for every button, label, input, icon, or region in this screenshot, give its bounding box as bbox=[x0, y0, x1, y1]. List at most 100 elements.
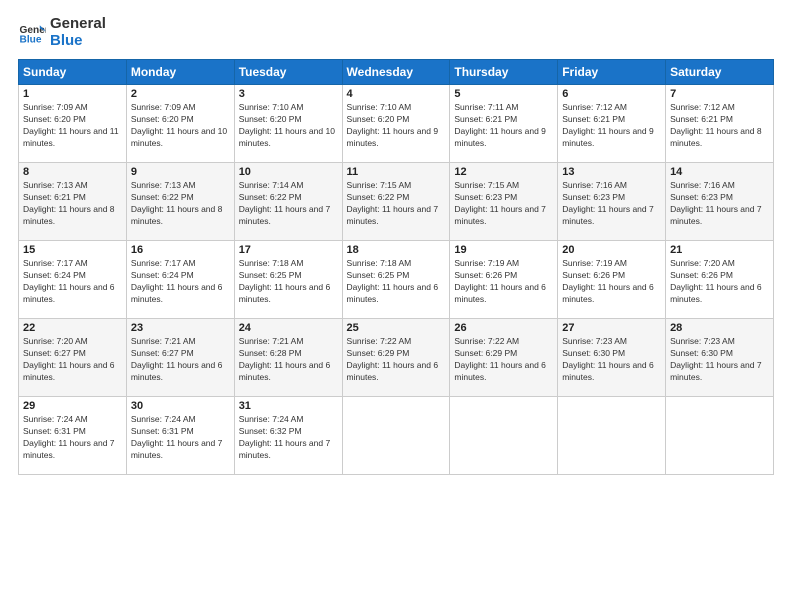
day-info: Sunrise: 7:13 AMSunset: 6:22 PMDaylight:… bbox=[131, 180, 230, 228]
day-info: Sunrise: 7:09 AMSunset: 6:20 PMDaylight:… bbox=[23, 102, 122, 150]
day-cell: 10 Sunrise: 7:14 AMSunset: 6:22 PMDayligh… bbox=[234, 163, 342, 241]
day-cell: 7Sunrise: 7:12 AMSunset: 6:21 PMDaylight… bbox=[666, 85, 774, 163]
day-cell: 12 Sunrise: 7:15 AMSunset: 6:23 PMDayligh… bbox=[450, 163, 558, 241]
day-cell: 31 Sunrise: 7:24 AMSunset: 6:32 PMDayligh… bbox=[234, 397, 342, 475]
day-info: Sunrise: 7:24 AMSunset: 6:31 PMDaylight:… bbox=[23, 414, 122, 462]
day-cell bbox=[558, 397, 666, 475]
week-row-4: 22Sunrise: 7:20 AMSunset: 6:27 PMDayligh… bbox=[19, 319, 774, 397]
day-info: Sunrise: 7:11 AMSunset: 6:21 PMDaylight:… bbox=[454, 102, 553, 150]
day-number: 12 bbox=[454, 166, 553, 178]
day-number: 16 bbox=[131, 244, 230, 256]
day-number: 1 bbox=[23, 88, 122, 100]
day-info: Sunrise: 7:13 AMSunset: 6:21 PMDaylight:… bbox=[23, 180, 122, 228]
day-number: 17 bbox=[239, 244, 338, 256]
day-number: 13 bbox=[562, 166, 661, 178]
day-info: Sunrise: 7:10 AMSunset: 6:20 PMDaylight:… bbox=[347, 102, 446, 150]
day-info: Sunrise: 7:20 AMSunset: 6:26 PMDaylight:… bbox=[670, 258, 769, 306]
svg-text:Blue: Blue bbox=[20, 34, 42, 45]
day-number: 3 bbox=[239, 88, 338, 100]
day-number: 10 bbox=[239, 166, 338, 178]
day-number: 4 bbox=[347, 88, 446, 100]
day-number: 27 bbox=[562, 322, 661, 334]
day-cell: 5 Sunrise: 7:11 AMSunset: 6:21 PMDaylight… bbox=[450, 85, 558, 163]
day-info: Sunrise: 7:10 AMSunset: 6:20 PMDaylight:… bbox=[239, 102, 338, 150]
day-number: 6 bbox=[562, 88, 661, 100]
day-number: 11 bbox=[347, 166, 446, 178]
day-info: Sunrise: 7:23 AMSunset: 6:30 PMDaylight:… bbox=[670, 336, 769, 384]
day-number: 21 bbox=[670, 244, 769, 256]
day-info: Sunrise: 7:20 AMSunset: 6:27 PMDaylight:… bbox=[23, 336, 122, 384]
day-cell: 3 Sunrise: 7:10 AMSunset: 6:20 PMDaylight… bbox=[234, 85, 342, 163]
day-number: 14 bbox=[670, 166, 769, 178]
day-cell: 6 Sunrise: 7:12 AMSunset: 6:21 PMDaylight… bbox=[558, 85, 666, 163]
day-cell: 17Sunrise: 7:18 AMSunset: 6:25 PMDayligh… bbox=[234, 241, 342, 319]
day-number: 20 bbox=[562, 244, 661, 256]
day-info: Sunrise: 7:12 AMSunset: 6:21 PMDaylight:… bbox=[562, 102, 661, 150]
col-header-friday: Friday bbox=[558, 60, 666, 85]
day-info: Sunrise: 7:24 AMSunset: 6:32 PMDaylight:… bbox=[239, 414, 338, 462]
header: General Blue General Blue bbox=[18, 16, 774, 49]
day-number: 28 bbox=[670, 322, 769, 334]
day-cell: 23 Sunrise: 7:21 AMSunset: 6:27 PMDayligh… bbox=[126, 319, 234, 397]
day-info: Sunrise: 7:21 AMSunset: 6:27 PMDaylight:… bbox=[131, 336, 230, 384]
col-header-wednesday: Wednesday bbox=[342, 60, 450, 85]
day-cell: 2Sunrise: 7:09 AMSunset: 6:20 PMDaylight… bbox=[126, 85, 234, 163]
col-header-saturday: Saturday bbox=[666, 60, 774, 85]
day-cell: 8 Sunrise: 7:13 AMSunset: 6:21 PMDaylight… bbox=[19, 163, 127, 241]
day-cell: 22Sunrise: 7:20 AMSunset: 6:27 PMDayligh… bbox=[19, 319, 127, 397]
col-header-tuesday: Tuesday bbox=[234, 60, 342, 85]
day-info: Sunrise: 7:22 AMSunset: 6:29 PMDaylight:… bbox=[347, 336, 446, 384]
day-cell: 11 Sunrise: 7:15 AMSunset: 6:22 PMDayligh… bbox=[342, 163, 450, 241]
logo: General Blue General Blue bbox=[18, 16, 106, 49]
day-number: 7 bbox=[670, 88, 769, 100]
day-number: 30 bbox=[131, 400, 230, 412]
day-cell: 28 Sunrise: 7:23 AMSunset: 6:30 PMDayligh… bbox=[666, 319, 774, 397]
week-row-3: 15Sunrise: 7:17 AMSunset: 6:24 PMDayligh… bbox=[19, 241, 774, 319]
week-row-1: 1 Sunrise: 7:09 AMSunset: 6:20 PMDaylight… bbox=[19, 85, 774, 163]
day-cell: 1 Sunrise: 7:09 AMSunset: 6:20 PMDaylight… bbox=[19, 85, 127, 163]
day-info: Sunrise: 7:22 AMSunset: 6:29 PMDaylight:… bbox=[454, 336, 553, 384]
day-cell: 30Sunrise: 7:24 AMSunset: 6:31 PMDayligh… bbox=[126, 397, 234, 475]
day-cell: 20 Sunrise: 7:19 AMSunset: 6:26 PMDayligh… bbox=[558, 241, 666, 319]
day-number: 15 bbox=[23, 244, 122, 256]
col-header-sunday: Sunday bbox=[19, 60, 127, 85]
day-info: Sunrise: 7:09 AMSunset: 6:20 PMDaylight:… bbox=[131, 102, 230, 150]
day-info: Sunrise: 7:19 AMSunset: 6:26 PMDaylight:… bbox=[562, 258, 661, 306]
day-number: 24 bbox=[239, 322, 338, 334]
day-number: 29 bbox=[23, 400, 122, 412]
day-number: 25 bbox=[347, 322, 446, 334]
page: General Blue General Blue SundayMondayTu… bbox=[0, 0, 792, 612]
day-cell: 24Sunrise: 7:21 AMSunset: 6:28 PMDayligh… bbox=[234, 319, 342, 397]
day-cell: 14 Sunrise: 7:16 AMSunset: 6:23 PMDayligh… bbox=[666, 163, 774, 241]
day-cell: 19 Sunrise: 7:19 AMSunset: 6:26 PMDayligh… bbox=[450, 241, 558, 319]
day-number: 5 bbox=[454, 88, 553, 100]
logo-icon: General Blue bbox=[18, 19, 46, 47]
day-cell: 18 Sunrise: 7:18 AMSunset: 6:25 PMDayligh… bbox=[342, 241, 450, 319]
day-number: 26 bbox=[454, 322, 553, 334]
day-cell: 13Sunrise: 7:16 AMSunset: 6:23 PMDayligh… bbox=[558, 163, 666, 241]
day-number: 8 bbox=[23, 166, 122, 178]
col-header-thursday: Thursday bbox=[450, 60, 558, 85]
day-number: 19 bbox=[454, 244, 553, 256]
day-cell: 15Sunrise: 7:17 AMSunset: 6:24 PMDayligh… bbox=[19, 241, 127, 319]
day-number: 9 bbox=[131, 166, 230, 178]
day-cell: 29 Sunrise: 7:24 AMSunset: 6:31 PMDayligh… bbox=[19, 397, 127, 475]
day-info: Sunrise: 7:23 AMSunset: 6:30 PMDaylight:… bbox=[562, 336, 661, 384]
day-info: Sunrise: 7:15 AMSunset: 6:23 PMDaylight:… bbox=[454, 180, 553, 228]
day-info: Sunrise: 7:19 AMSunset: 6:26 PMDaylight:… bbox=[454, 258, 553, 306]
day-info: Sunrise: 7:18 AMSunset: 6:25 PMDaylight:… bbox=[347, 258, 446, 306]
day-info: Sunrise: 7:14 AMSunset: 6:22 PMDaylight:… bbox=[239, 180, 338, 228]
day-cell: 25 Sunrise: 7:22 AMSunset: 6:29 PMDayligh… bbox=[342, 319, 450, 397]
day-cell: 9 Sunrise: 7:13 AMSunset: 6:22 PMDaylight… bbox=[126, 163, 234, 241]
day-number: 18 bbox=[347, 244, 446, 256]
day-info: Sunrise: 7:16 AMSunset: 6:23 PMDaylight:… bbox=[670, 180, 769, 228]
day-cell: 21 Sunrise: 7:20 AMSunset: 6:26 PMDayligh… bbox=[666, 241, 774, 319]
week-row-5: 29 Sunrise: 7:24 AMSunset: 6:31 PMDayligh… bbox=[19, 397, 774, 475]
day-cell: 16Sunrise: 7:17 AMSunset: 6:24 PMDayligh… bbox=[126, 241, 234, 319]
day-cell: 4 Sunrise: 7:10 AMSunset: 6:20 PMDaylight… bbox=[342, 85, 450, 163]
calendar-table: SundayMondayTuesdayWednesdayThursdayFrid… bbox=[18, 59, 774, 475]
col-header-monday: Monday bbox=[126, 60, 234, 85]
day-number: 23 bbox=[131, 322, 230, 334]
day-number: 31 bbox=[239, 400, 338, 412]
day-info: Sunrise: 7:15 AMSunset: 6:22 PMDaylight:… bbox=[347, 180, 446, 228]
